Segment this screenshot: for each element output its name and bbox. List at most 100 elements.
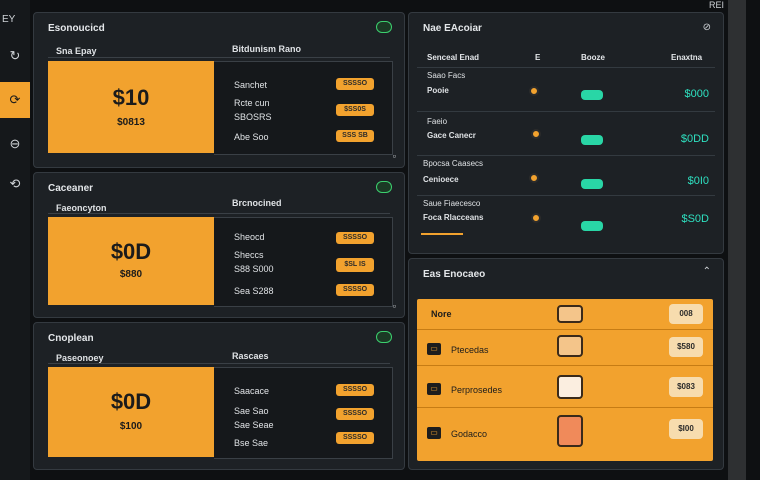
- card-icon: ▭: [427, 383, 441, 395]
- option-label: SBOSRS: [234, 112, 272, 122]
- settings-icon[interactable]: ⊘: [703, 22, 711, 33]
- price-box[interactable]: $0D $880: [48, 217, 214, 305]
- item-thumbnail: [557, 335, 583, 357]
- divider: [48, 213, 390, 214]
- price-box[interactable]: $0D $100: [48, 367, 214, 457]
- option-label: Sea S288: [234, 286, 274, 296]
- link-icon: ⊖: [9, 136, 21, 151]
- status-pill: [581, 179, 603, 189]
- option-label: Sae Sao: [234, 406, 269, 416]
- card-subheading-left: Faeoncyton: [56, 203, 107, 213]
- item-tag[interactable]: $083: [669, 377, 703, 397]
- column-header[interactable]: Senceal Enad: [427, 53, 479, 62]
- option-button[interactable]: SSSSO: [336, 284, 374, 296]
- status-toggle[interactable]: [376, 21, 392, 33]
- item-thumbnail: [557, 305, 583, 323]
- app-window: REI EY ↻ ⟳ ⊖ ⟲ Esonoucicd Sna Epay Bitdu…: [0, 0, 760, 480]
- divider: [417, 155, 715, 156]
- option-button[interactable]: SSSSO: [336, 78, 374, 90]
- row-secondary: Foca Rlacceans: [423, 213, 484, 222]
- sidebar: EY ↻ ⟳ ⊖ ⟲: [0, 0, 30, 480]
- price-sub: $100: [119, 421, 143, 432]
- card-subheading-left: Sna Epay: [56, 46, 97, 56]
- sidebar-item-refresh[interactable]: ⟳: [0, 82, 30, 118]
- pricing-card-3: Cnoplean Paseonoey Rascaes $0D $100 Saac…: [33, 322, 405, 470]
- price-sub: $880: [119, 269, 143, 280]
- resize-icon[interactable]: ▫: [393, 301, 396, 311]
- card-icon: ▭: [427, 427, 441, 439]
- item-thumbnail: [557, 415, 583, 447]
- card-subheading-left: Paseonoey: [56, 353, 104, 363]
- option-label: Sae Seae: [234, 420, 274, 430]
- item-tag[interactable]: $580: [669, 337, 703, 357]
- price-box[interactable]: $10 $0813: [48, 61, 214, 153]
- option-button[interactable]: SSSSO: [336, 432, 374, 444]
- divider: [417, 111, 715, 112]
- price-value: $10: [112, 85, 150, 110]
- divider: [417, 329, 713, 330]
- status-indicator: [529, 173, 539, 183]
- sidebar-item-cycle[interactable]: ↻: [0, 38, 30, 74]
- progress-bar: [421, 233, 463, 235]
- orders-list: Nore 008 ▭ Ptecedas $580 ▭ Perprosedes $…: [417, 299, 713, 461]
- price-value: $0D: [110, 239, 152, 264]
- card-subheading-right: Brcnocined: [232, 198, 282, 208]
- option-label: Saacace: [234, 386, 270, 396]
- resize-icon[interactable]: ▫: [393, 151, 396, 161]
- transactions-card: Nae EAcoiar ⊘ Senceal Enad E Booze Enaxt…: [408, 12, 724, 254]
- item-tag[interactable]: $I00: [669, 419, 703, 439]
- row-primary: Saao Facs: [427, 71, 466, 80]
- row-amount: $0DD: [680, 133, 709, 145]
- orders-title: Eas Enocaeo: [423, 269, 486, 280]
- option-label: Bse Sae: [234, 438, 269, 448]
- history-icon: ⟲: [9, 176, 21, 191]
- card-icon: ▭: [427, 343, 441, 355]
- card-title: Caceaner: [48, 183, 94, 194]
- row-secondary: Pooie: [427, 86, 449, 95]
- option-button[interactable]: $SL IS: [336, 258, 374, 272]
- row-secondary: Cenioece: [423, 175, 459, 184]
- pricing-card-2: Caceaner Faeoncyton Brcnocined $0D $880 …: [33, 172, 405, 318]
- item-thumbnail: [557, 375, 583, 399]
- option-button[interactable]: SSSSO: [336, 384, 374, 396]
- status-toggle[interactable]: [376, 331, 392, 343]
- sidebar-item-history[interactable]: ⟲: [0, 166, 30, 202]
- item-label: Nore: [431, 309, 452, 319]
- option-button[interactable]: SSSSO: [336, 232, 374, 244]
- card-title: Esonoucicd: [48, 23, 105, 34]
- column-header[interactable]: E: [535, 53, 540, 62]
- status-pill: [581, 135, 603, 145]
- item-label: Perprosedes: [451, 385, 503, 395]
- status-indicator: [529, 86, 539, 96]
- row-primary: Gace Canecr: [427, 131, 476, 140]
- divider: [417, 407, 713, 408]
- option-button[interactable]: SSS SB: [336, 130, 374, 142]
- top-right-label: REI: [708, 0, 724, 10]
- status-indicator: [531, 129, 541, 139]
- card-title: Cnoplean: [48, 333, 94, 344]
- divider: [417, 195, 715, 196]
- options-panel: Sanchet SSSSO Rcte cun $SS0S SBOSRS Abe …: [214, 61, 393, 155]
- divider: [48, 363, 390, 364]
- orders-card: Eas Enocaeo ⌃ Nore 008 ▭ Ptecedas $580 ▭…: [408, 258, 724, 470]
- option-button[interactable]: $SS0S: [336, 104, 374, 116]
- scrollbar[interactable]: [728, 0, 746, 480]
- pricing-card-1: Esonoucicd Sna Epay Bitdunism Rano $10 $…: [33, 12, 405, 168]
- option-button[interactable]: SSSSO: [336, 408, 374, 420]
- card-subheading-right: Rascaes: [232, 351, 269, 361]
- column-header[interactable]: Booze: [581, 53, 605, 62]
- option-label: S88 S000: [234, 264, 274, 274]
- status-toggle[interactable]: [376, 181, 392, 193]
- options-panel: Saacace SSSSO Sae Sao SSSSO Sae Seae Bse…: [214, 367, 393, 459]
- collapse-icon[interactable]: ⌃: [703, 266, 711, 277]
- column-header[interactable]: Enaxtna: [671, 53, 702, 62]
- status-pill: [581, 90, 603, 100]
- price-value: $0D: [110, 389, 152, 414]
- item-tag[interactable]: 008: [669, 304, 703, 324]
- top-right-indicator: REI: [709, 0, 724, 10]
- item-label: Ptecedas: [451, 345, 489, 355]
- option-label: Abe Soo: [234, 132, 269, 142]
- option-label: Rcte cun: [234, 98, 270, 108]
- divider: [417, 365, 713, 366]
- sidebar-item-link[interactable]: ⊖: [0, 126, 30, 162]
